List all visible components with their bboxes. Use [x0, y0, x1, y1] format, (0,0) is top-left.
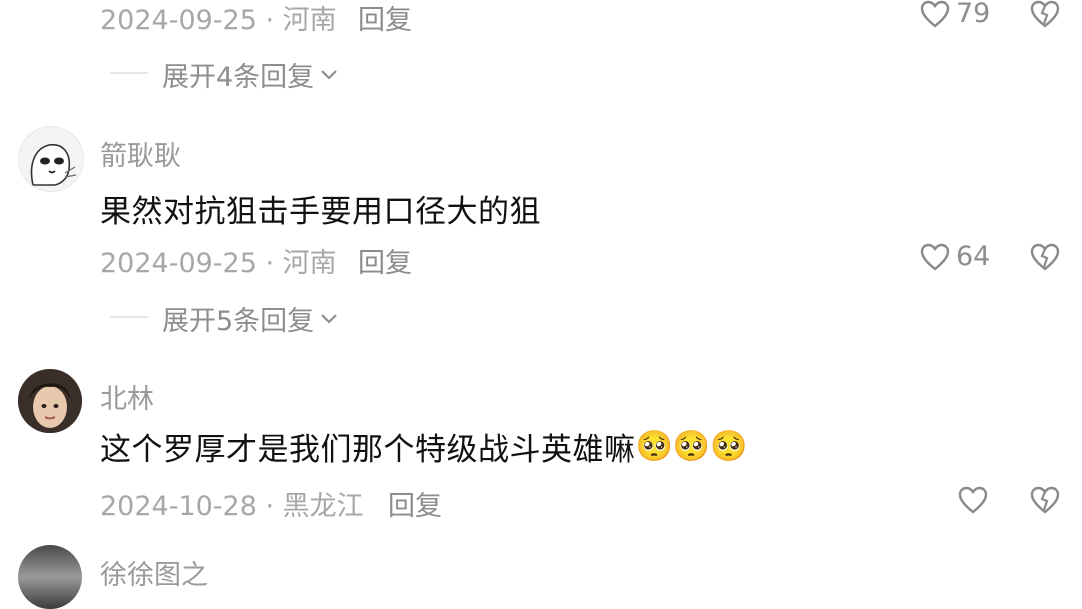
comment-text: 果然对抗狙击手要用口径大的狙 [100, 194, 541, 230]
username[interactable]: 徐徐图之 [100, 553, 208, 592]
pleading-face-emoji: 🥺 [635, 429, 673, 464]
pleading-face-emoji: 🥺 [710, 429, 748, 464]
pleading-face-emoji: 🥺 [672, 429, 711, 464]
expand-replies-button[interactable]: 展开4条回复 [162, 55, 338, 94]
expand-divider [110, 316, 148, 318]
expand-replies-label: 展开4条回复 [162, 62, 315, 93]
username[interactable]: 北林 [100, 377, 154, 416]
broken-heart-icon[interactable] [1030, 486, 1060, 514]
chevron-down-icon [320, 313, 338, 325]
expand-replies-button[interactable]: 展开5条回复 [162, 299, 338, 338]
comment-meta: 2024-09-25 · 河南 [100, 248, 337, 279]
avatar[interactable] [18, 545, 82, 609]
heart-outline-icon[interactable] [920, 0, 950, 28]
reply-button[interactable]: 回复 [388, 484, 442, 523]
broken-heart-icon[interactable] [1030, 243, 1060, 271]
broken-heart-icon[interactable] [1030, 0, 1060, 28]
reply-button[interactable]: 回复 [358, 241, 412, 280]
comment-meta: 2024-10-28 · 黑龙江 [100, 491, 364, 522]
comment-body: 这个罗厚才是我们那个特级战斗英雄嘛 🥺 🥺 🥺 [100, 424, 748, 469]
reply-button[interactable]: 回复 [358, 0, 412, 37]
username[interactable]: 箭耿耿 [100, 134, 181, 173]
avatar[interactable] [18, 369, 82, 433]
heart-outline-icon[interactable] [920, 243, 950, 271]
expand-replies-label: 展开5条回复 [162, 306, 315, 337]
expand-divider [110, 72, 148, 74]
heart-outline-icon[interactable] [958, 486, 988, 514]
like-count: 64 [956, 241, 991, 272]
comment-meta: 2024-09-25 · 河南 [100, 5, 337, 36]
avatar[interactable] [18, 126, 84, 192]
like-count: 79 [956, 0, 991, 29]
comment-text: 这个罗厚才是我们那个特级战斗英雄嘛 [100, 432, 636, 468]
chevron-down-icon [320, 69, 338, 81]
